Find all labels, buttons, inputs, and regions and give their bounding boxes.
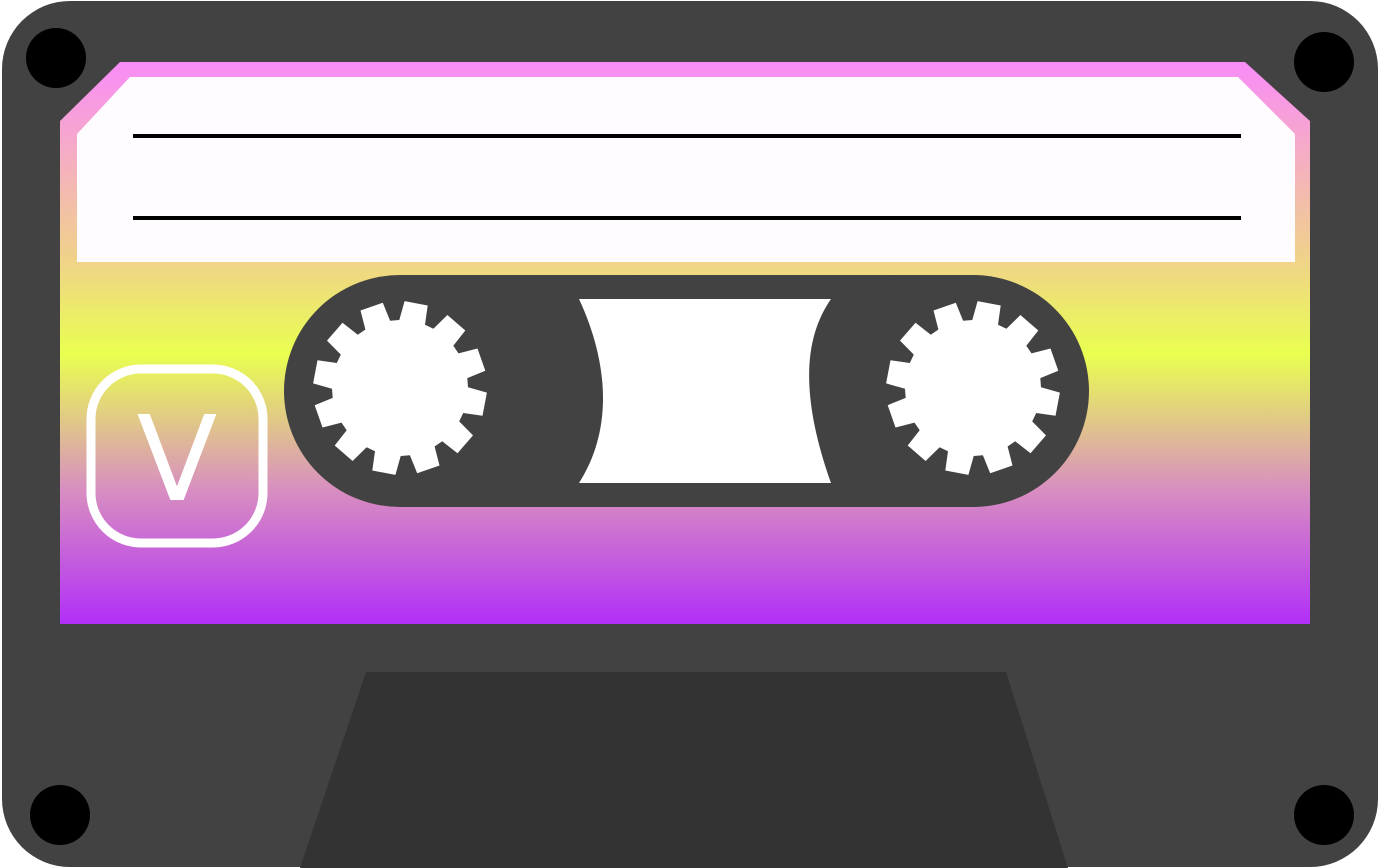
reel-sprocket xyxy=(313,301,487,475)
cassette-illustration: V xyxy=(0,0,1379,868)
right-tape-reel-icon xyxy=(886,301,1060,475)
cassette-bottom-tab xyxy=(300,672,1068,868)
reel-sprocket xyxy=(886,301,1060,475)
screw-hole-bottom-right-icon xyxy=(1294,785,1354,845)
screw-hole-top-right-icon xyxy=(1294,32,1354,92)
cassette-tape: V xyxy=(2,1,1378,868)
screw-hole-bottom-left-icon xyxy=(30,785,90,845)
label-writing-area xyxy=(77,77,1295,262)
tape-viewing-window xyxy=(579,299,831,483)
side-label: V xyxy=(137,390,218,528)
screw-hole-top-left-icon xyxy=(26,28,86,88)
left-tape-reel-icon xyxy=(313,301,487,475)
